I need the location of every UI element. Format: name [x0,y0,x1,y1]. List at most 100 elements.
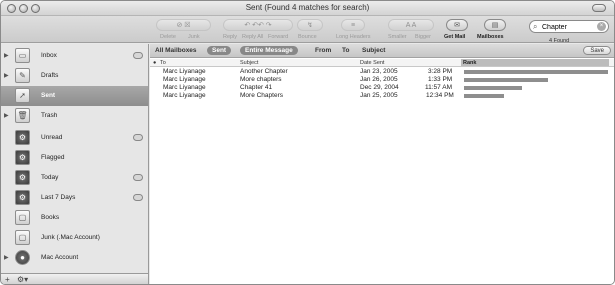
mailbox-sidebar: ▶ ▭ Inbox ▶ ✎ Drafts ➚ Sent ▶ 🗑 Trash ⚙ … [1,44,149,284]
column-header-subject[interactable]: Subject [240,59,258,67]
date-cell: Jan 23, 2005 [360,68,398,75]
mac-account-icon: ● [15,250,30,265]
unread-count-badge [133,174,143,181]
message-list-pane: All Mailboxes Sent Entire Message From T… [150,44,614,284]
forward-label: Forward [268,34,289,40]
to-cell: Marc Liyanage [163,92,206,99]
search-icon: ⌕ [533,22,538,31]
mail-window: Sent (Found 4 matches for search) ⊘ ☒ De… [0,0,615,285]
get-mail-button[interactable]: ✉ [446,19,468,31]
delete-icon: ⊘ ☒ [176,22,191,29]
scope-from[interactable]: From [315,47,331,54]
rank-bar [464,70,608,74]
long-headers-label: Long Headers [336,34,371,40]
delete-junk-button-group[interactable]: ⊘ ☒ [156,19,211,31]
column-header-row: ● To Subject Date Sent Rank [150,59,614,67]
sidebar-item-drafts[interactable]: ▶ ✎ Drafts [1,66,148,86]
unread-smart-folder-icon: ⚙ [15,130,30,145]
sidebar-item-unread[interactable]: ⚙ Unread [1,128,148,148]
to-cell: Marc Liyanage [163,68,206,75]
column-header-date-sent[interactable]: Date Sent [360,59,384,67]
sidebar-item-mac-account[interactable]: ▶ ● Mac Account [1,248,148,268]
sidebar-item-label: Last 7 Days [41,194,76,201]
search-field[interactable]: ⌕ × [529,20,609,33]
scope-all-mailboxes[interactable]: All Mailboxes [155,47,197,54]
add-mailbox-icon[interactable]: + [5,275,10,284]
toolbar: ⊘ ☒ Delete Junk ↶ ↶↶ ↷ Reply Reply All F… [1,16,614,44]
time-cell: 12:34 PM [426,92,454,99]
scope-entire-message[interactable]: Entire Message [240,46,298,55]
scope-to[interactable]: To [342,47,349,54]
sidebar-item-label: Junk (.Mac Account) [41,234,100,241]
sidebar-item-books[interactable]: ▢ Books [1,208,148,228]
mailboxes-button[interactable]: ▤ [484,19,506,31]
smaller-label: Smaller [388,34,407,40]
sidebar-item-label: Books [41,214,60,221]
sidebar-item-label: Flagged [41,154,65,161]
subject-cell: Chapter 41 [240,84,273,91]
rank-bar [464,86,522,90]
unread-count-badge [133,194,143,201]
unread-count-badge [133,52,143,59]
table-row[interactable]: Marc Liyanage More chapters Jan 26, 2005… [150,76,614,84]
mailboxes-icon: ▤ [491,22,499,29]
junk-label: Junk [188,34,200,40]
scope-sent[interactable]: Sent [207,46,232,55]
date-cell: Jan 25, 2005 [360,92,398,99]
sidebar-item-sent[interactable]: ➚ Sent [1,86,148,106]
sidebar-item-last-7-days[interactable]: ⚙ Last 7 Days [1,188,148,208]
column-header-to[interactable]: To [160,59,166,67]
column-header-rank[interactable]: Rank [461,59,609,66]
status-column-icon[interactable]: ● [153,59,156,67]
disclosure-triangle-icon[interactable]: ▶ [4,112,9,119]
reply-all-label: Reply All [242,34,264,40]
clear-search-icon[interactable]: × [597,22,606,31]
bounce-label: Bounce [298,34,317,40]
bigger-label: Bigger [415,34,431,40]
time-cell: 11:57 AM [425,84,452,91]
get-mail-label: Get Mail [444,34,466,40]
title-bar: Sent (Found 4 matches for search) [1,1,614,16]
sidebar-item-label: Drafts [41,72,59,79]
scope-subject[interactable]: Subject [362,47,385,54]
search-input[interactable] [542,22,594,32]
save-search-button[interactable]: Save [583,46,611,55]
reply-label: Reply [223,34,238,40]
table-row[interactable]: Marc Liyanage More Chapters Jan 25, 2005… [150,92,614,100]
sidebar-footer: + ⚙▾ [1,273,148,284]
sidebar-item-junk-mac-account[interactable]: ▢ Junk (.Mac Account) [1,228,148,248]
sidebar-item-trash[interactable]: ▶ 🗑 Trash [1,106,148,126]
disclosure-triangle-icon[interactable]: ▶ [4,52,9,59]
subject-cell: Another Chapter [240,68,288,75]
text-size-buttons-group[interactable]: A A [388,19,434,31]
sidebar-item-label: Mac Account [41,254,79,261]
subject-cell: More Chapters [240,92,283,99]
sidebar-item-today[interactable]: ⚙ Today [1,168,148,188]
window-title: Sent (Found 4 matches for search) [245,3,370,12]
bounce-icon: ↯ [307,22,313,29]
today-smart-folder-icon: ⚙ [15,170,30,185]
flagged-smart-folder-icon: ⚙ [15,150,30,165]
sidebar-item-inbox[interactable]: ▶ ▭ Inbox [1,46,148,66]
toolbar-toggle-button[interactable] [592,4,606,12]
to-cell: Marc Liyanage [163,76,206,83]
sidebar-item-flagged[interactable]: ⚙ Flagged [1,148,148,168]
headers-icon: ≡ [350,22,356,29]
table-row[interactable]: Marc Liyanage Chapter 41 Dec 29, 2004 11… [150,84,614,92]
bounce-button[interactable]: ↯ [297,19,323,31]
sidebar-item-label: Inbox [41,52,57,59]
action-menu-icon[interactable]: ⚙▾ [17,275,28,284]
inbox-icon: ▭ [15,48,30,63]
disclosure-triangle-icon[interactable]: ▶ [4,72,9,79]
date-cell: Dec 29, 2004 [360,84,399,91]
folder-icon: ▢ [15,210,30,225]
drafts-icon: ✎ [15,68,30,83]
to-cell: Marc Liyanage [163,84,206,91]
get-mail-icon: ✉ [454,22,460,29]
long-headers-button[interactable]: ≡ [341,19,365,31]
last-7-days-smart-folder-icon: ⚙ [15,190,30,205]
time-cell: 3:28 PM [428,68,453,75]
table-row[interactable]: Marc Liyanage Another Chapter Jan 23, 20… [150,68,614,76]
reply-buttons-group[interactable]: ↶ ↶↶ ↷ [223,19,293,31]
disclosure-triangle-icon[interactable]: ▶ [4,254,9,261]
